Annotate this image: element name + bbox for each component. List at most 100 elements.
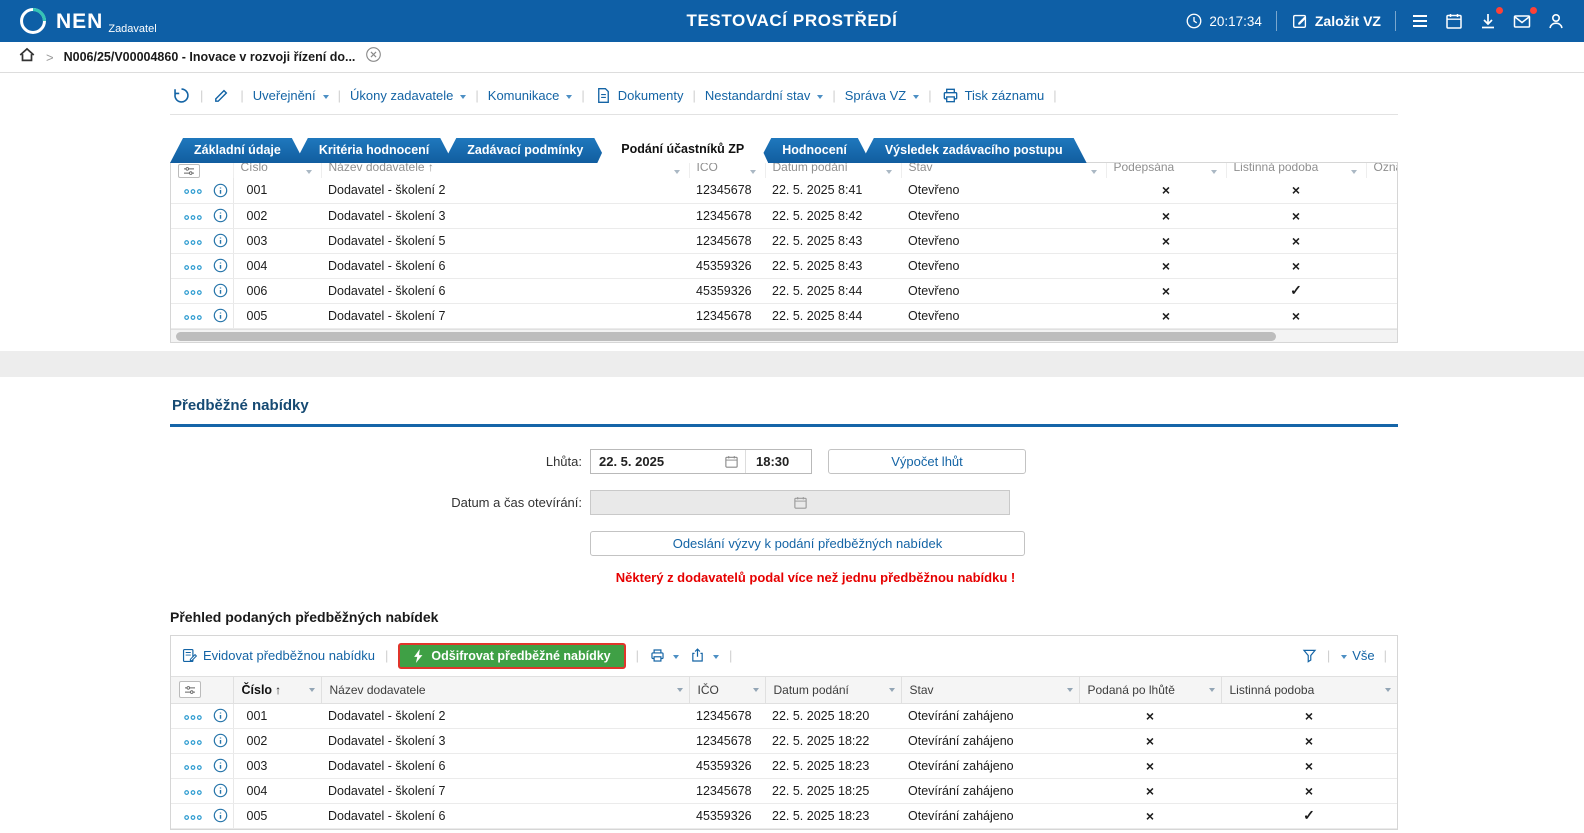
col-podana-po-lhute[interactable]: Podaná po lhůtě bbox=[1079, 675, 1222, 704]
participant-row[interactable]: 004 Dodavatel - školení 6 45359326 22. 5… bbox=[171, 253, 1397, 279]
row-info-icon[interactable] bbox=[213, 283, 228, 298]
row-info-icon[interactable] bbox=[213, 208, 228, 223]
col-datum-podani[interactable]: Datum podání bbox=[765, 163, 902, 178]
menu-dokumenty[interactable]: Dokumenty bbox=[594, 86, 683, 105]
row-menu-icon[interactable] bbox=[183, 311, 203, 321]
cell-ico: 12345678 bbox=[689, 203, 765, 229]
row-menu-icon[interactable] bbox=[183, 261, 203, 271]
evidovat-nabidku-button[interactable]: Evidovat předběžnou nabídku bbox=[181, 647, 375, 664]
tab-podani-ucastniku-zp[interactable]: Podání účastníků ZP bbox=[597, 135, 768, 163]
chevron-down-icon bbox=[460, 94, 467, 99]
col-ico[interactable]: IČO bbox=[689, 675, 766, 704]
cell-stav: Otevírání zahájeno bbox=[901, 728, 1079, 754]
row-menu-icon[interactable] bbox=[183, 786, 203, 796]
participant-row[interactable]: 002 Dodavatel - školení 3 12345678 22. 5… bbox=[171, 203, 1397, 229]
menu-ukony-zadavatele[interactable]: Úkony zadavatele bbox=[350, 88, 467, 103]
lhuta-datetime-input[interactable]: 22. 5. 2025 18:30 bbox=[590, 448, 812, 474]
row-info-icon[interactable] bbox=[213, 808, 228, 823]
menu-nestandardni-stav[interactable]: Nestandardní stav bbox=[705, 88, 824, 103]
close-record-icon[interactable] bbox=[365, 46, 382, 68]
cell-podana-po-lhute-mark: × bbox=[1079, 753, 1221, 779]
column-settings-icon[interactable] bbox=[178, 164, 200, 178]
row-info-icon[interactable] bbox=[213, 308, 228, 323]
participant-row[interactable]: 006 Dodavatel - školení 6 45359326 22. 5… bbox=[171, 278, 1397, 304]
row-menu-icon[interactable] bbox=[183, 211, 203, 221]
print-record-button[interactable]: Tisk záznamu bbox=[941, 86, 1044, 105]
create-vz-button[interactable]: Založit VZ bbox=[1291, 12, 1381, 30]
participant-row[interactable]: 001 Dodavatel - školení 2 12345678 22. 5… bbox=[171, 178, 1397, 204]
row-info-icon[interactable] bbox=[213, 183, 228, 198]
participant-row[interactable]: 005 Dodavatel - školení 7 12345678 22. 5… bbox=[171, 303, 1397, 329]
col-stav[interactable]: Stav bbox=[901, 675, 1080, 704]
nen-home-link[interactable]: NEN Zadavatel bbox=[18, 6, 157, 36]
menu-sprava-vz[interactable]: Správa VZ bbox=[845, 88, 920, 103]
cell-stav: Otevřeno bbox=[901, 228, 1106, 254]
participant-row[interactable]: 003 Dodavatel - školení 5 12345678 22. 5… bbox=[171, 228, 1397, 254]
tab-zakladni-udaje[interactable]: Základní údaje bbox=[170, 138, 305, 163]
row-info-icon[interactable] bbox=[213, 233, 228, 248]
row-menu-icon[interactable] bbox=[183, 236, 203, 246]
menu-button[interactable] bbox=[1410, 11, 1430, 31]
row-menu-icon[interactable] bbox=[183, 286, 203, 296]
menu-komunikace[interactable]: Komunikace bbox=[488, 88, 573, 103]
send-call-button[interactable]: Odeslání výzvy k podání předběžných nabí… bbox=[590, 530, 1025, 556]
prelim-bid-row[interactable]: 003 Dodavatel - školení 6 45359326 22. 5… bbox=[171, 753, 1397, 779]
col-nazev-dodavatele[interactable]: Název dodavatele bbox=[321, 675, 690, 704]
col-listinna-podoba[interactable]: Listinná podoba bbox=[1226, 163, 1367, 178]
user-button[interactable] bbox=[1546, 11, 1566, 31]
col-cislo[interactable]: Číslo ↑ bbox=[233, 675, 322, 704]
col-podepsana[interactable]: Podepsána bbox=[1106, 163, 1227, 178]
col-stav[interactable]: Stav bbox=[901, 163, 1107, 178]
lhuta-date-value[interactable]: 22. 5. 2025 bbox=[591, 454, 724, 469]
col-nazev-dodavatele[interactable]: Název dodavatele ↑ bbox=[321, 163, 690, 178]
column-settings-icon[interactable] bbox=[179, 681, 201, 698]
tab-hodnoceni[interactable]: Hodnocení bbox=[758, 138, 871, 163]
row-menu-icon[interactable] bbox=[183, 711, 203, 721]
cell-ico: 45359326 bbox=[689, 253, 765, 279]
cell-oznaceni bbox=[1366, 178, 1397, 204]
row-menu-icon[interactable] bbox=[183, 736, 203, 746]
filter-all-select[interactable]: Vše bbox=[1339, 648, 1375, 663]
lhuta-time-value[interactable]: 18:30 bbox=[745, 449, 811, 473]
col-listinna-podoba[interactable]: Listinná podoba bbox=[1221, 675, 1397, 704]
col-oznaceni[interactable]: Označ bbox=[1366, 163, 1397, 178]
prelim-bids-table: Číslo ↑ Název dodavatele IČO Datum podání… bbox=[171, 675, 1397, 829]
prelim-bid-row[interactable]: 004 Dodavatel - školení 7 12345678 22. 5… bbox=[171, 778, 1397, 804]
breadcrumb-record[interactable]: N006/25/V00004860 - Inovace v rozvoji ří… bbox=[64, 50, 356, 64]
calendar-small-icon[interactable] bbox=[724, 454, 739, 469]
row-info-icon[interactable] bbox=[213, 258, 228, 273]
prelim-bid-row[interactable]: 001 Dodavatel - školení 2 12345678 22. 5… bbox=[171, 703, 1397, 729]
row-info-icon[interactable] bbox=[213, 783, 228, 798]
row-info-icon[interactable] bbox=[213, 708, 228, 723]
edit-record-icon[interactable] bbox=[212, 86, 231, 105]
horizontal-scrollbar[interactable] bbox=[171, 328, 1397, 342]
col-cislo[interactable]: Číslo bbox=[233, 163, 322, 178]
col-datum-podani[interactable]: Datum podání bbox=[765, 675, 902, 704]
vypocet-lhut-button[interactable]: Výpočet lhůt bbox=[828, 448, 1026, 474]
cell-podana-po-lhute-mark: × bbox=[1079, 728, 1221, 754]
home-icon[interactable] bbox=[18, 46, 36, 69]
decrypt-bids-button[interactable]: Odšifrovat předběžné nabídky bbox=[398, 642, 626, 669]
cell-ico: 12345678 bbox=[689, 778, 765, 804]
menu-uverejneni[interactable]: Uveřejnění bbox=[253, 88, 329, 103]
messages-button[interactable] bbox=[1512, 7, 1537, 31]
export-button[interactable] bbox=[689, 647, 720, 664]
prelim-bid-row[interactable]: 005 Dodavatel - školení 6 45359326 22. 5… bbox=[171, 803, 1397, 829]
row-menu-icon[interactable] bbox=[183, 761, 203, 771]
tab-vysledek-zadavaciho-postupu[interactable]: Výsledek zadávacího postupu bbox=[861, 138, 1087, 163]
history-icon[interactable] bbox=[172, 86, 191, 105]
tab-kriteria-hodnoceni[interactable]: Kritéria hodnocení bbox=[295, 138, 453, 163]
row-info-icon[interactable] bbox=[213, 758, 228, 773]
prelim-bid-row[interactable]: 002 Dodavatel - školení 3 12345678 22. 5… bbox=[171, 728, 1397, 754]
row-menu-icon[interactable] bbox=[183, 811, 203, 821]
filter-controls: | Vše | bbox=[1301, 647, 1387, 664]
downloads-button[interactable] bbox=[1478, 7, 1503, 31]
scrollbar-thumb[interactable] bbox=[176, 331, 1276, 341]
tab-zadavaci-podminky[interactable]: Zadávací podmínky bbox=[443, 138, 607, 163]
calendar-button[interactable] bbox=[1444, 11, 1464, 31]
row-info-icon[interactable] bbox=[213, 733, 228, 748]
print-list-button[interactable] bbox=[649, 647, 680, 664]
funnel-icon[interactable] bbox=[1301, 647, 1318, 664]
row-menu-icon[interactable] bbox=[183, 185, 203, 195]
col-ico[interactable]: IČO bbox=[689, 163, 766, 178]
